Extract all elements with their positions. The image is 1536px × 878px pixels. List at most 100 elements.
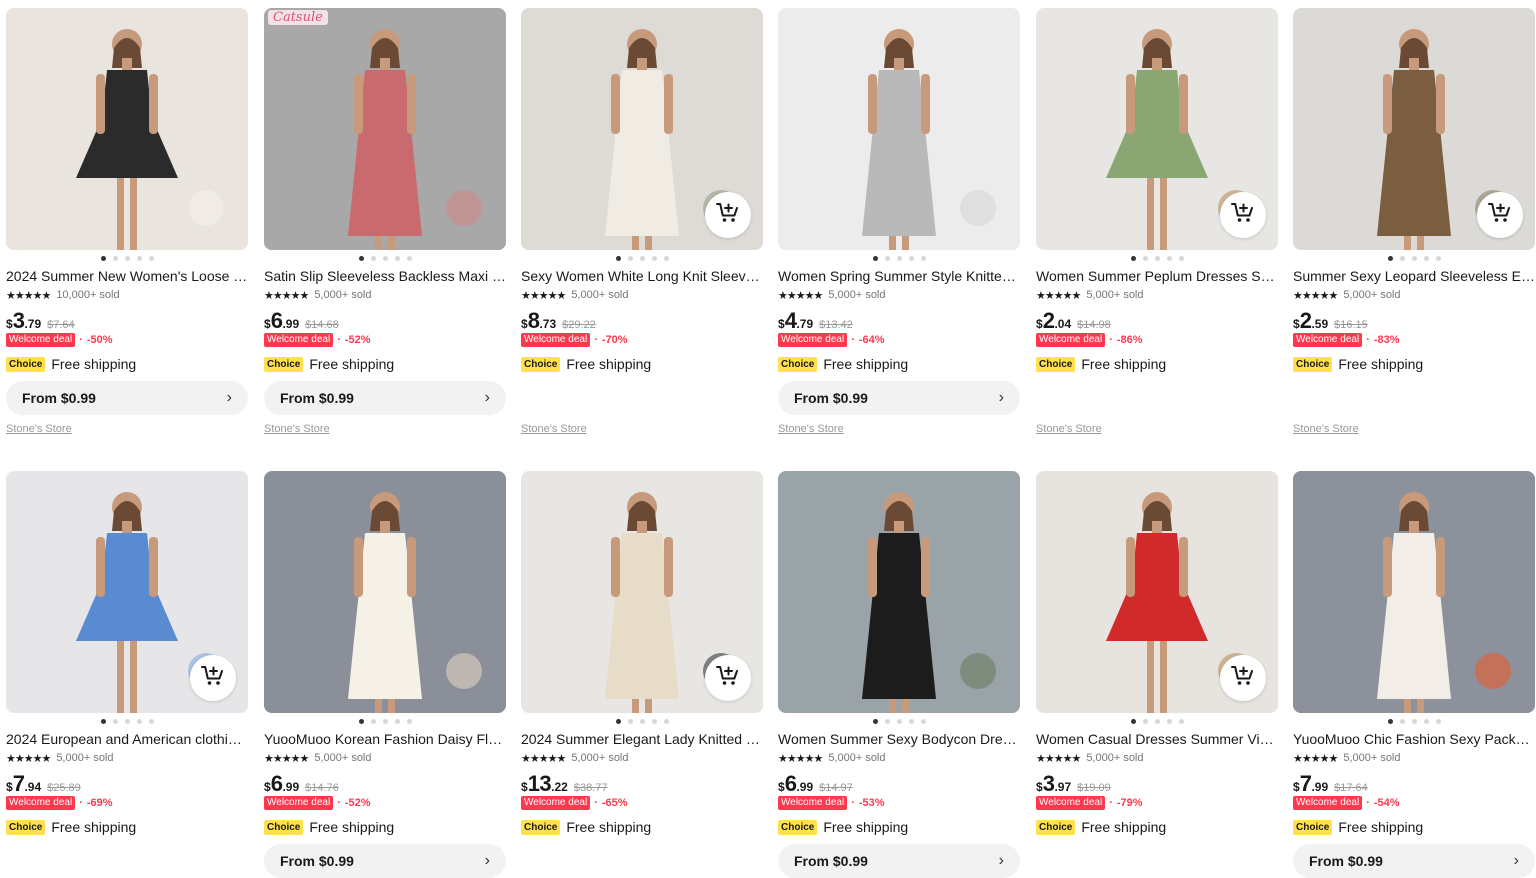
carousel-dot[interactable]	[651, 719, 657, 724]
carousel-dot[interactable]	[1130, 256, 1136, 261]
carousel-dot[interactable]	[136, 719, 142, 724]
carousel-dot[interactable]	[124, 256, 130, 261]
carousel-dot[interactable]	[112, 256, 118, 261]
carousel-dot[interactable]	[136, 256, 142, 261]
carousel-dot[interactable]	[615, 719, 621, 724]
product-title[interactable]: Sexy Women White Long Knit Sleeve Beach …	[521, 267, 763, 285]
carousel-dot[interactable]	[1142, 256, 1148, 261]
carousel-dot[interactable]	[663, 719, 669, 724]
store-link[interactable]: Stone's Store	[1293, 423, 1359, 435]
carousel-dot[interactable]	[382, 719, 388, 724]
product-card[interactable]: YuooMuoo Korean Fashion Daisy Floral Mes…	[264, 471, 506, 878]
carousel-dot[interactable]	[1399, 719, 1405, 724]
store-link[interactable]: Stone's Store	[6, 423, 72, 435]
carousel-dot[interactable]	[1178, 719, 1184, 724]
product-image[interactable]	[521, 471, 763, 713]
carousel-dot[interactable]	[872, 719, 878, 724]
carousel-dot[interactable]	[1178, 256, 1184, 261]
carousel-dot[interactable]	[358, 719, 364, 724]
carousel-dot[interactable]	[663, 256, 669, 261]
product-image[interactable]	[1293, 8, 1535, 250]
from-price-button[interactable]: From $0.99 ›	[1293, 844, 1535, 878]
product-image[interactable]	[6, 471, 248, 713]
product-title[interactable]: Satin Slip Sleeveless Backless Maxi Dres…	[264, 267, 506, 285]
carousel-dot[interactable]	[148, 256, 154, 261]
product-image[interactable]: Catsule	[264, 8, 506, 250]
product-image[interactable]	[1293, 471, 1535, 713]
product-image[interactable]	[1036, 8, 1278, 250]
product-card[interactable]: YuooMuoo Chic Fashion Sexy Package Hip D…	[1293, 471, 1535, 878]
product-card[interactable]: Sexy Women White Long Knit Sleeve Beach …	[521, 8, 763, 437]
store-link[interactable]: Stone's Store	[264, 423, 330, 435]
product-title[interactable]: Women Spring Summer Style Knitted Split …	[778, 267, 1020, 285]
carousel-dot[interactable]	[920, 256, 926, 261]
carousel-dot[interactable]	[1154, 256, 1160, 261]
product-image[interactable]	[6, 8, 248, 250]
carousel-dot[interactable]	[908, 256, 914, 261]
product-title[interactable]: 2024 Summer New Women's Loose Sleeveless…	[6, 267, 248, 285]
carousel-dot[interactable]	[1423, 256, 1429, 261]
carousel-dot[interactable]	[1387, 719, 1393, 724]
carousel-dot[interactable]	[1130, 719, 1136, 724]
product-card[interactable]: Women Spring Summer Style Knitted Split …	[778, 8, 1020, 437]
carousel-dot[interactable]	[112, 719, 118, 724]
product-card[interactable]: Women Summer Peplum Dresses Short Sleeve…	[1036, 8, 1278, 437]
product-title[interactable]: Women Casual Dresses Summer Vintage Pock…	[1036, 730, 1278, 748]
product-card[interactable]: 2024 Summer New Women's Loose Sleeveless…	[6, 8, 248, 437]
image-carousel-dots[interactable]	[1036, 254, 1278, 263]
image-carousel-dots[interactable]	[1293, 254, 1535, 263]
carousel-dot[interactable]	[627, 256, 633, 261]
from-price-button[interactable]: From $0.99 ›	[264, 844, 506, 878]
product-card[interactable]: 2024 Summer Elegant Lady Knitted Long Dr…	[521, 471, 763, 835]
product-title[interactable]: YuooMuoo Korean Fashion Daisy Floral Mes…	[264, 730, 506, 748]
carousel-dot[interactable]	[639, 719, 645, 724]
add-to-cart-button[interactable]	[1477, 192, 1523, 238]
carousel-dot[interactable]	[382, 256, 388, 261]
carousel-dot[interactable]	[370, 256, 376, 261]
carousel-dot[interactable]	[1142, 719, 1148, 724]
carousel-dot[interactable]	[406, 256, 412, 261]
image-carousel-dots[interactable]	[6, 717, 248, 726]
image-carousel-dots[interactable]	[264, 717, 506, 726]
carousel-dot[interactable]	[615, 256, 621, 261]
carousel-dot[interactable]	[1435, 719, 1441, 724]
add-to-cart-button[interactable]	[190, 655, 236, 701]
add-to-cart-button[interactable]	[1220, 655, 1266, 701]
carousel-dot[interactable]	[370, 719, 376, 724]
image-carousel-dots[interactable]	[778, 254, 1020, 263]
carousel-dot[interactable]	[908, 719, 914, 724]
carousel-dot[interactable]	[406, 719, 412, 724]
carousel-dot[interactable]	[1411, 256, 1417, 261]
carousel-dot[interactable]	[896, 256, 902, 261]
carousel-dot[interactable]	[651, 256, 657, 261]
store-link[interactable]: Stone's Store	[778, 423, 844, 435]
carousel-dot[interactable]	[394, 256, 400, 261]
carousel-dot[interactable]	[627, 719, 633, 724]
product-title[interactable]: 2024 European and American clothing Sati…	[6, 730, 248, 748]
image-carousel-dots[interactable]	[778, 717, 1020, 726]
carousel-dot[interactable]	[148, 719, 154, 724]
product-card[interactable]: Catsule Satin Slip Sleeveless Backless Ma…	[264, 8, 506, 437]
carousel-dot[interactable]	[1411, 719, 1417, 724]
product-image[interactable]	[1036, 471, 1278, 713]
carousel-dot[interactable]	[872, 256, 878, 261]
image-carousel-dots[interactable]	[521, 717, 763, 726]
product-image[interactable]	[264, 471, 506, 713]
product-title[interactable]: Women Summer Sexy Bodycon Dress Split Ma…	[778, 730, 1020, 748]
carousel-dot[interactable]	[394, 719, 400, 724]
product-image[interactable]	[521, 8, 763, 250]
store-link[interactable]: Stone's Store	[521, 423, 587, 435]
from-price-button[interactable]: From $0.99 ›	[778, 844, 1020, 878]
from-price-button[interactable]: From $0.99 ›	[264, 381, 506, 415]
product-image[interactable]	[778, 471, 1020, 713]
carousel-dot[interactable]	[884, 256, 890, 261]
carousel-dot[interactable]	[1166, 256, 1172, 261]
carousel-dot[interactable]	[1387, 256, 1393, 261]
carousel-dot[interactable]	[920, 719, 926, 724]
product-card[interactable]: Women Summer Sexy Bodycon Dress Split Ma…	[778, 471, 1020, 878]
carousel-dot[interactable]	[639, 256, 645, 261]
store-link[interactable]: Stone's Store	[1036, 423, 1102, 435]
image-carousel-dots[interactable]	[1293, 717, 1535, 726]
carousel-dot[interactable]	[1435, 256, 1441, 261]
product-image[interactable]	[778, 8, 1020, 250]
